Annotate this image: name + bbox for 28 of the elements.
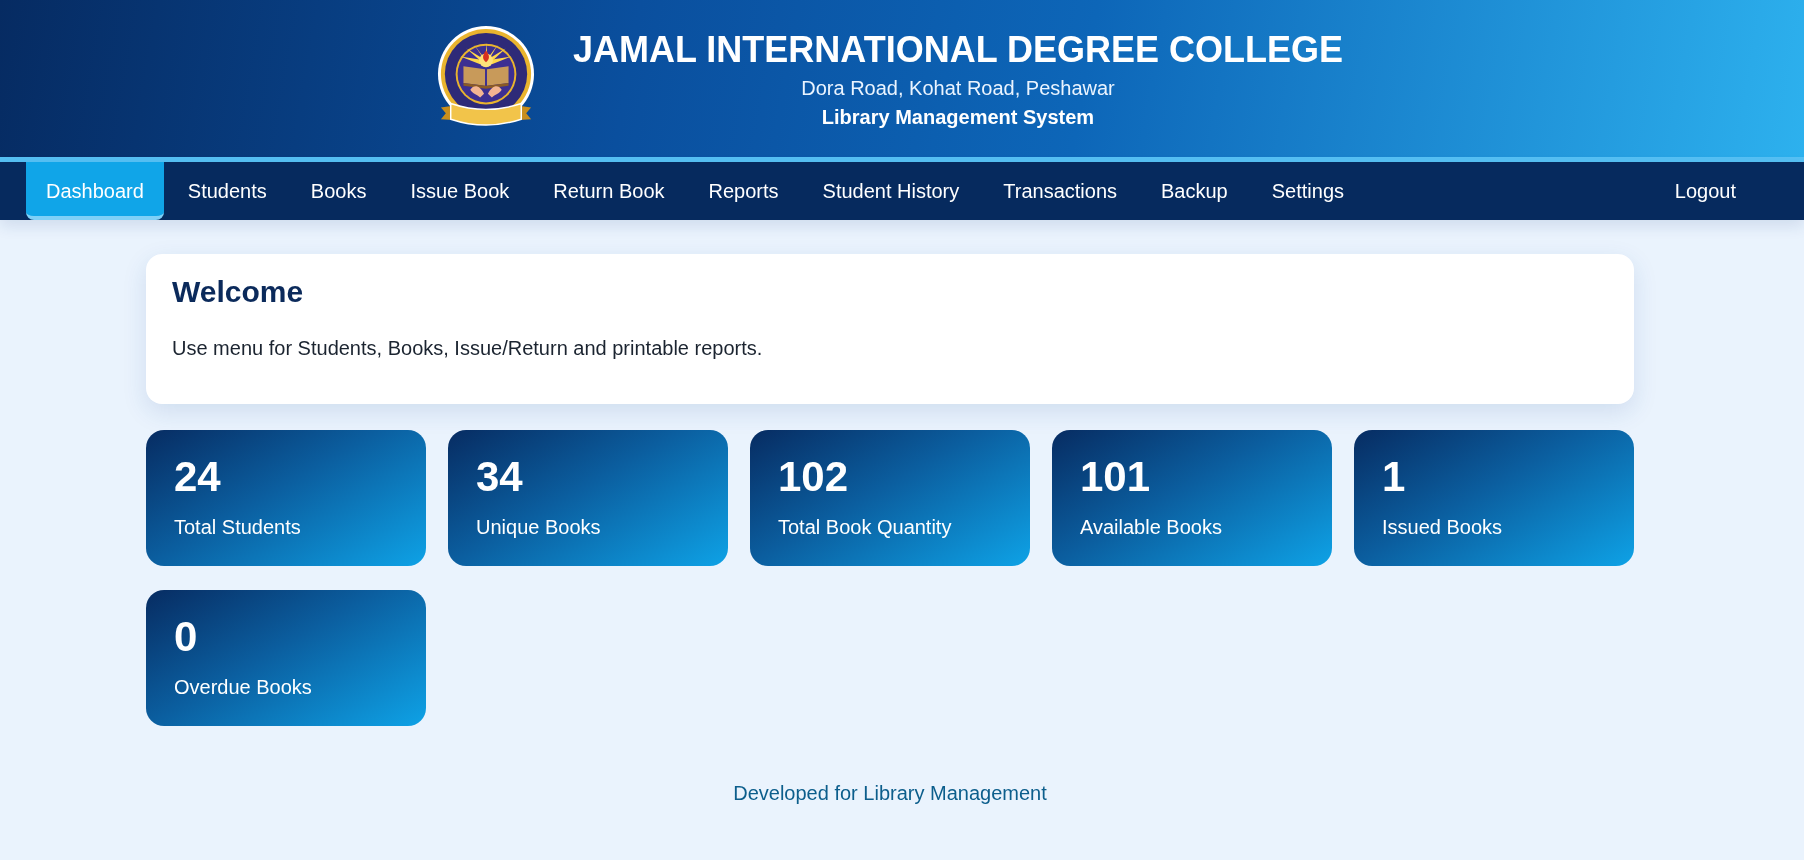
system-name: Library Management System: [820, 105, 1096, 130]
stat-value: 24: [174, 452, 222, 502]
college-address: Dora Road, Kohat Road, Peshawar: [800, 76, 1116, 101]
nav-link[interactable]: Transactions: [983, 162, 1138, 220]
logout-link[interactable]: Logout: [1654, 162, 1756, 220]
nav-link[interactable]: Settings: [1251, 162, 1364, 220]
nav-link[interactable]: Backup: [1141, 162, 1248, 220]
welcome-text: Use menu for Students, Books, Issue/Return and printable reports.: [172, 336, 764, 361]
nav-link[interactable]: Return Book: [533, 162, 685, 220]
nav-link[interactable]: Reports: [688, 162, 799, 220]
stat-label: Unique Books: [476, 515, 602, 540]
nav-link[interactable]: Student History: [802, 162, 980, 220]
stat-value: 101: [1080, 452, 1152, 502]
stat-label: Total Students: [174, 515, 302, 540]
stat-label: Overdue Books: [174, 675, 313, 700]
nav-link[interactable]: Issue Book: [390, 162, 530, 220]
college-title: JAMAL INTERNATIONAL DEGREE COLLEGE: [572, 29, 1343, 71]
stat-value: 1: [1382, 452, 1407, 502]
nav-link[interactable]: Books: [290, 162, 387, 220]
stat-label: Available Books: [1080, 515, 1223, 540]
nav-link[interactable]: Students: [167, 162, 287, 220]
footer-text: Developed for Library Management: [733, 781, 1047, 806]
stat-value: 34: [476, 452, 524, 502]
stat-value: 0: [174, 612, 199, 662]
stat-label: Issued Books: [1382, 515, 1504, 540]
welcome-heading: Welcome: [172, 274, 305, 310]
stat-value: 102: [778, 452, 850, 502]
stat-label: Total Book Quantity: [778, 515, 953, 540]
